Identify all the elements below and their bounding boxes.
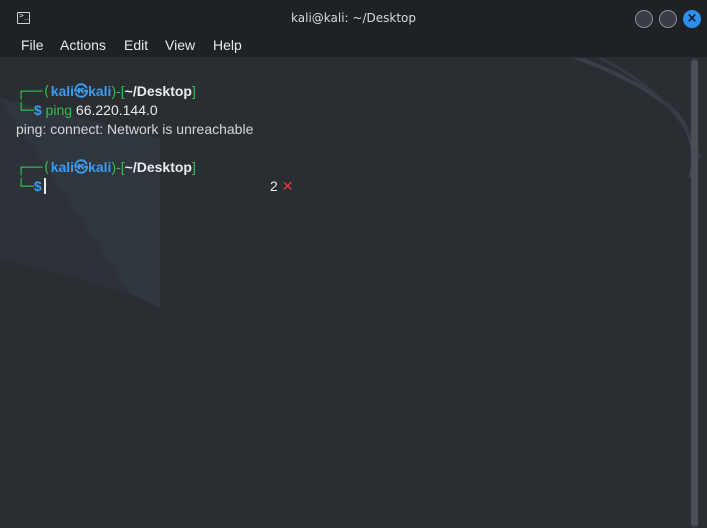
window-title: kali@kali: ~/Desktop: [291, 11, 416, 25]
text-cursor: [43, 178, 46, 194]
prompt-box-prefix: ┌──(: [17, 84, 51, 100]
prompt-skull-icon: ㉿: [74, 83, 89, 99]
prompt-host: kali: [88, 83, 112, 99]
prompt-user: kali: [50, 159, 75, 175]
prompt-symbol: $: [33, 178, 42, 194]
close-icon: ×: [686, 11, 698, 26]
prompt-box-corner: └─: [17, 103, 34, 119]
exit-status: 2 ✕: [270, 178, 294, 195]
close-button[interactable]: ×: [683, 10, 701, 28]
terminal-window: >_ kali@kali: ~/Desktop × File Actions E…: [0, 0, 707, 528]
error-x-icon: ✕: [281, 178, 294, 194]
menu-actions[interactable]: Actions: [60, 37, 106, 53]
minimize-button[interactable]: [635, 10, 653, 28]
prompt-skull-icon: ㉿: [74, 159, 89, 175]
menu-help[interactable]: Help: [213, 37, 242, 53]
maximize-button[interactable]: [659, 10, 677, 28]
prompt-path: ~/Desktop: [124, 159, 192, 175]
prompt-box-corner: └─: [17, 179, 34, 195]
prompt-host: kali: [88, 159, 112, 175]
command-line-1: └─$ ping 66.220.144.0: [17, 101, 158, 120]
command-name: ping: [45, 102, 73, 118]
command-line-2[interactable]: └─$: [17, 177, 46, 196]
prompt-user: kali: [50, 83, 75, 99]
prompt-box-prefix: ┌──(: [17, 160, 51, 176]
prompt-symbol: $: [33, 102, 42, 118]
command-output: ping: connect: Network is unreachable: [16, 121, 254, 137]
prompt-line-2: ┌──(kali㉿kali)-[~/Desktop]: [17, 159, 196, 176]
menu-edit[interactable]: Edit: [124, 37, 148, 53]
exit-code: 2: [270, 178, 278, 194]
scrollbar[interactable]: [691, 58, 698, 528]
menu-view[interactable]: View: [165, 37, 195, 53]
prompt-line-1: ┌──(kali㉿kali)-[~/Desktop]: [17, 83, 196, 100]
command-argument: 66.220.144.0: [75, 102, 158, 118]
menu-bar: File Actions Edit View Help: [0, 35, 707, 57]
terminal-area[interactable]: ┌──(kali㉿kali)-[~/Desktop] └─$ ping 66.2…: [0, 58, 707, 528]
scrollbar-thumb[interactable]: [691, 60, 698, 526]
prompt-path: ~/Desktop: [124, 83, 192, 99]
title-bar[interactable]: >_ kali@kali: ~/Desktop ×: [0, 0, 707, 35]
menu-file[interactable]: File: [21, 37, 44, 53]
